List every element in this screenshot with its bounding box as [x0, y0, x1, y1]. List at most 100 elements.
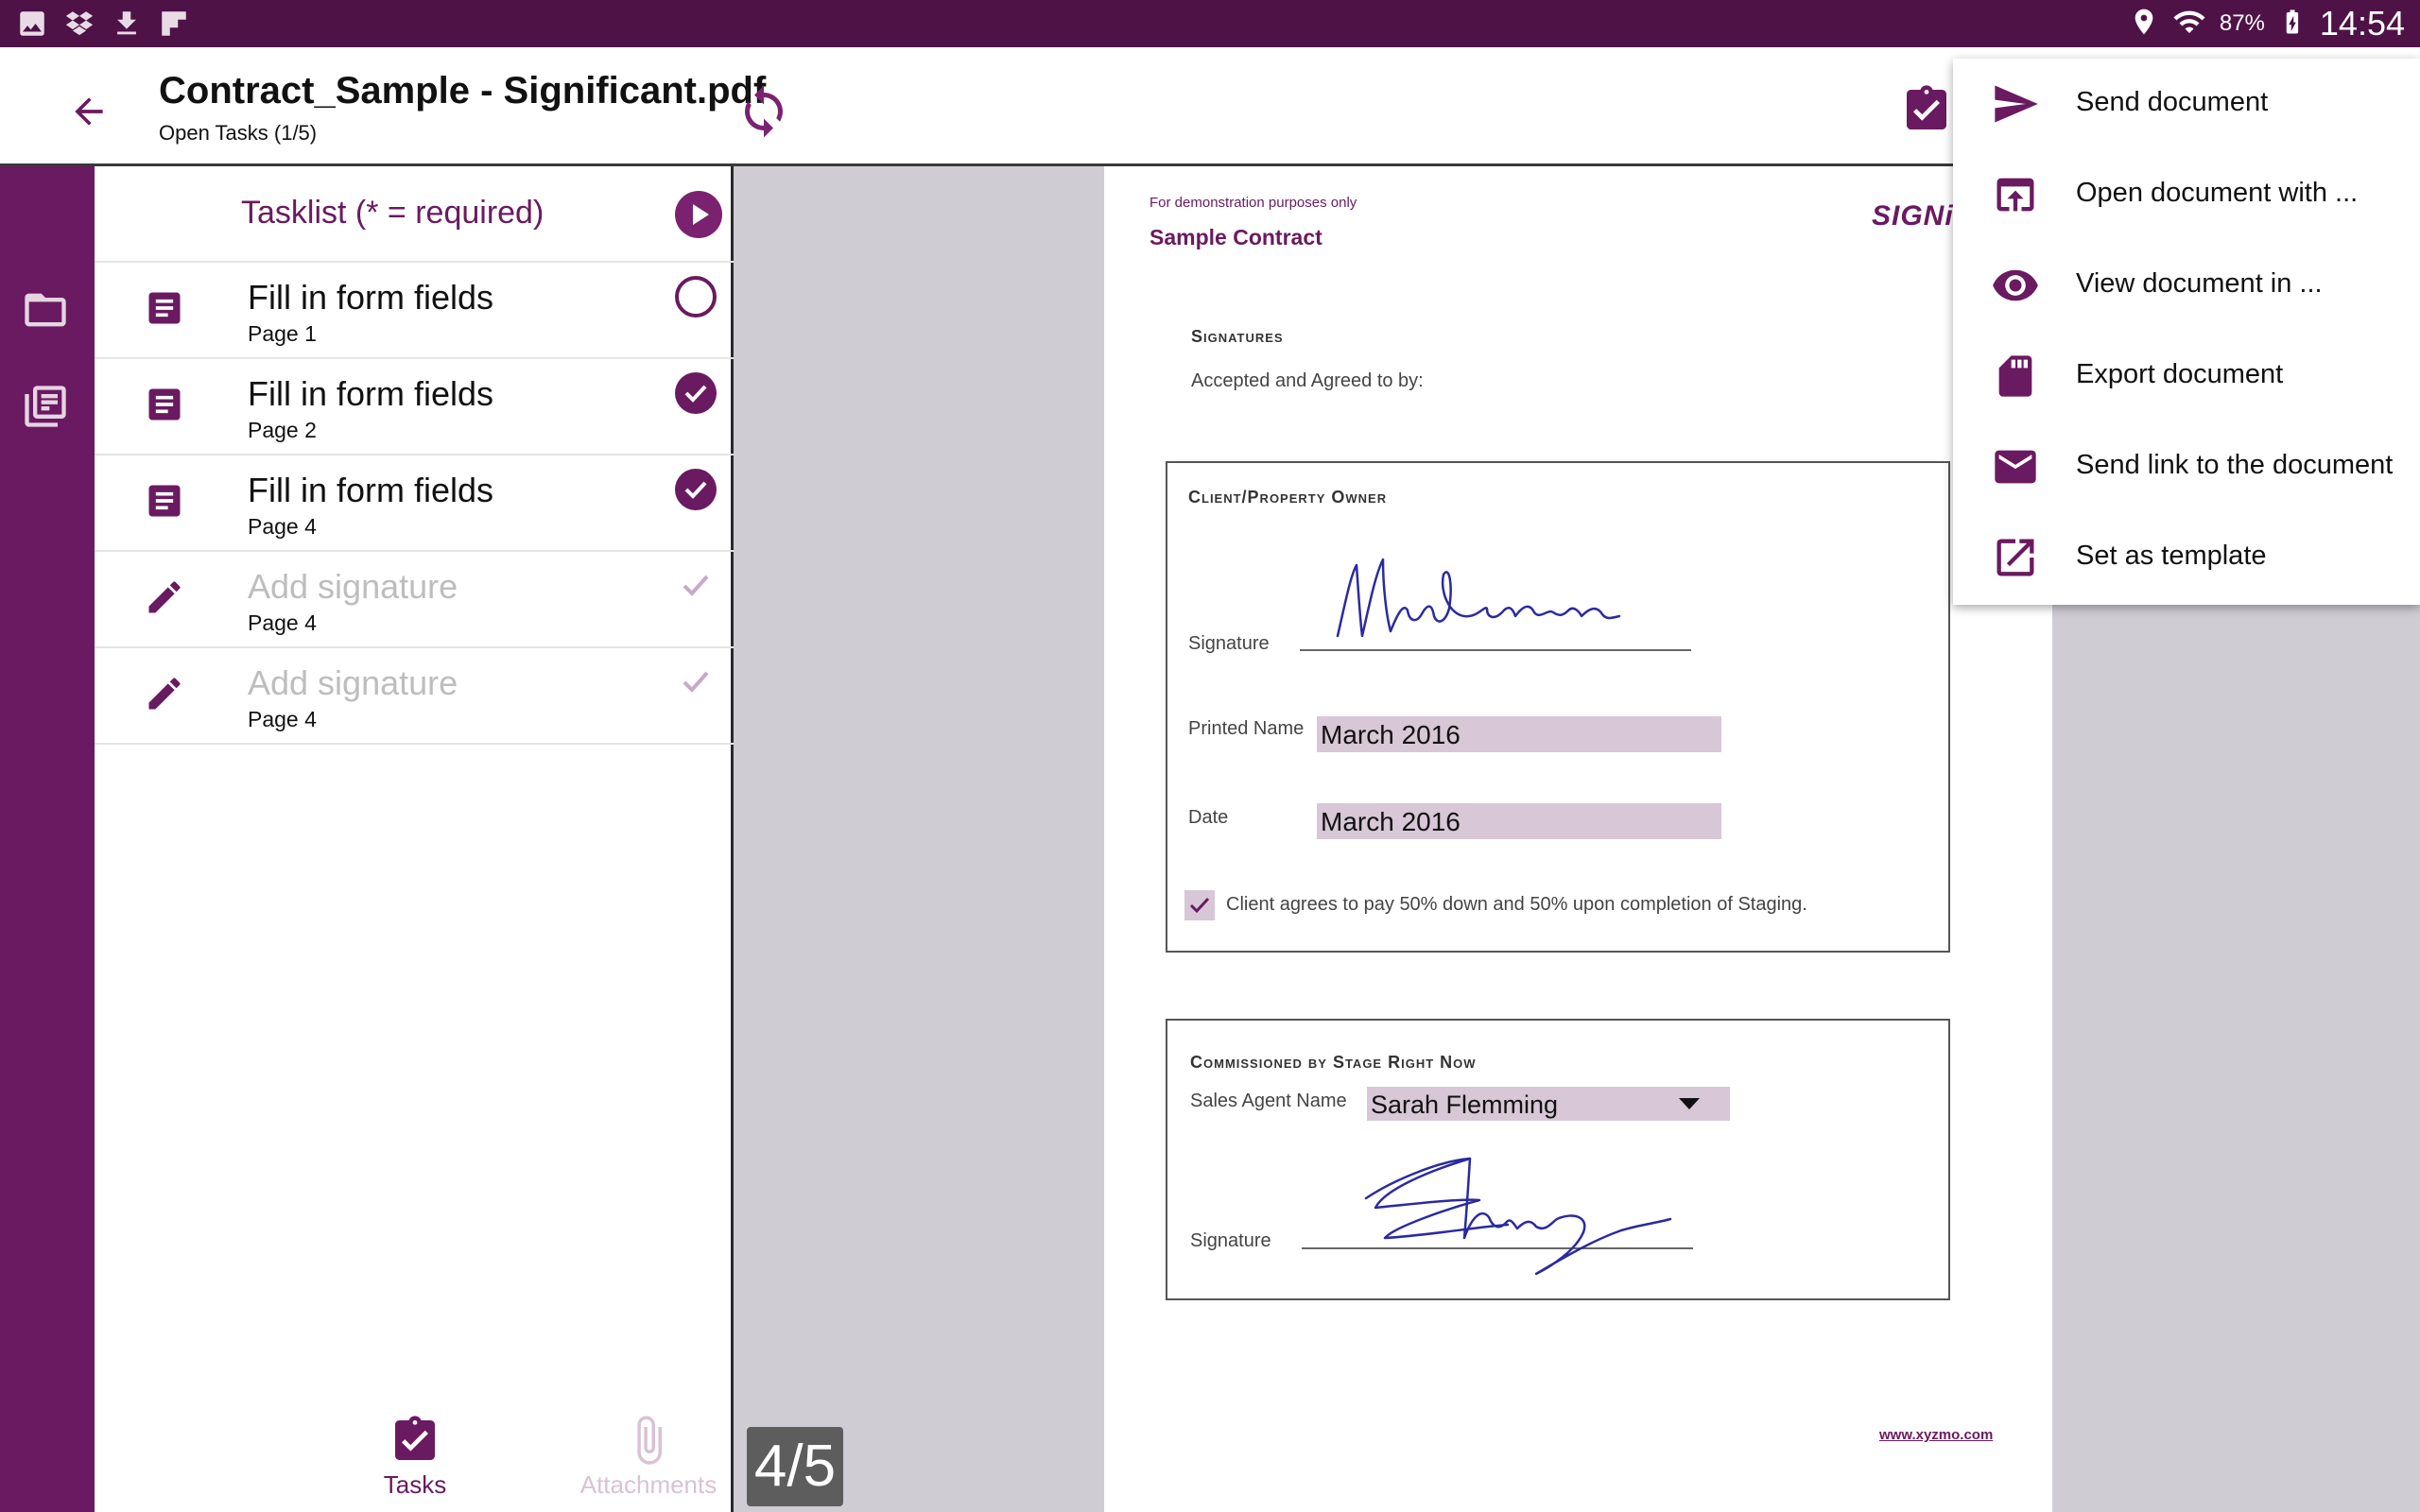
- sync-icon: [745, 85, 783, 138]
- back-button[interactable]: [59, 81, 119, 142]
- battery-percent: 87%: [2219, 10, 2265, 36]
- form-document-icon: [144, 384, 189, 429]
- accepted-text: Accepted and Agreed to by:: [1191, 370, 1424, 391]
- folder-icon: [25, 293, 66, 327]
- sales-agent-label: Sales Agent Name: [1190, 1091, 1347, 1111]
- check-circle-icon: [675, 469, 717, 510]
- wifi-icon: [2172, 5, 2206, 43]
- task-item[interactable]: Fill in form fields Page 4: [95, 455, 734, 552]
- open-with-icon: [1991, 170, 2040, 219]
- send-icon: [1991, 79, 2040, 129]
- eye-icon: [1991, 261, 2040, 310]
- client-signature-box: Client/Property Owner Signature Printed …: [1166, 461, 1950, 953]
- paperclip-icon: [622, 1414, 675, 1467]
- folder-button[interactable]: [21, 285, 74, 338]
- agent-handwritten-signature[interactable]: [1357, 1151, 1678, 1288]
- date-label: Date: [1188, 807, 1229, 828]
- menu-item-label: Export document: [2076, 359, 2284, 389]
- menu-set-as-template[interactable]: Set as template: [1953, 512, 2420, 603]
- sales-agent-dropdown[interactable]: Sarah Flemming: [1367, 1087, 1730, 1121]
- checkmark-icon: [675, 662, 717, 703]
- task-label: Fill in form fields: [248, 278, 494, 317]
- task-label: Add signature: [248, 567, 458, 606]
- task-label: Add signature: [248, 663, 458, 702]
- footer-link[interactable]: www.xyzmo.com: [1879, 1427, 1993, 1443]
- clipboard-check-icon: [1907, 85, 1946, 129]
- menu-send-document[interactable]: Send document: [1953, 59, 2420, 149]
- task-item[interactable]: Add signature Page 4: [95, 648, 734, 745]
- form-document-icon: [144, 287, 189, 333]
- client-handwritten-signature[interactable]: [1328, 546, 1640, 655]
- status-bar: 87% 14:54: [0, 0, 2420, 47]
- task-page: Page 4: [248, 514, 317, 539]
- tasks-clipboard-button[interactable]: [1900, 81, 1953, 138]
- payment-consent-text: Client agrees to pay 50% down and 50% up…: [1226, 894, 1807, 915]
- tab-attachments-label: Attachments: [579, 1470, 717, 1499]
- printed-name-label: Printed Name: [1188, 718, 1305, 739]
- menu-item-label: Send document: [2076, 87, 2269, 117]
- tasklist-title: Tasklist (* = required): [241, 195, 544, 231]
- library-books-icon: [25, 386, 66, 427]
- sync-button[interactable]: [735, 83, 792, 140]
- sales-agent-value: Sarah Flemming: [1371, 1091, 1559, 1119]
- commission-box-heading: Commissioned by Stage Right Now: [1190, 1053, 1477, 1072]
- menu-view-document-in[interactable]: View document in ...: [1953, 240, 2420, 331]
- task-page: Page 1: [248, 321, 317, 346]
- external-link-icon: [1991, 533, 2040, 582]
- open-circle-icon: [675, 276, 717, 318]
- signature-label: Signature: [1188, 633, 1270, 654]
- pdf-page: For demonstration purposes only Sample C…: [1104, 166, 2052, 1512]
- task-item[interactable]: Fill in form fields Page 2: [95, 359, 734, 455]
- document-title: Contract_Sample - Significant.pdf: [159, 70, 767, 112]
- task-page: Page 2: [248, 418, 317, 442]
- menu-item-label: View document in ...: [2076, 268, 2323, 299]
- mail-icon: [1991, 442, 2040, 491]
- flipboard-icon: [157, 7, 191, 41]
- overflow-menu: Send document Open document with ... Vie…: [1953, 59, 2420, 605]
- documents-library-button[interactable]: [21, 382, 74, 435]
- tab-tasks-label: Tasks: [383, 1470, 447, 1499]
- demo-note: For demonstration purposes only: [1150, 195, 1357, 211]
- arrow-back-icon: [75, 97, 103, 126]
- page-indicator: 4/5: [747, 1427, 843, 1506]
- menu-item-label: Set as template: [2076, 541, 2267, 571]
- task-panel: Tasklist (* = required) Fill in form fie…: [95, 166, 734, 1512]
- task-page: Page 4: [248, 707, 317, 731]
- payment-consent-checkbox[interactable]: [1184, 890, 1215, 920]
- dropbox-icon: [62, 7, 96, 41]
- signatures-heading: Signatures: [1191, 327, 1284, 346]
- task-label: Fill in form fields: [248, 471, 494, 509]
- start-tasks-play-button[interactable]: [675, 191, 722, 238]
- dropdown-arrow-icon: [1679, 1098, 1700, 1109]
- tab-tasks[interactable]: Tasks: [330, 1414, 500, 1512]
- commission-signature-box: Commissioned by Stage Right Now Sales Ag…: [1166, 1019, 1950, 1300]
- task-item[interactable]: Fill in form fields Page 1: [95, 263, 734, 359]
- signature-label: Signature: [1190, 1230, 1271, 1251]
- open-tasks-count: Open Tasks (1/5): [159, 121, 318, 145]
- task-label: Fill in form fields: [248, 374, 494, 413]
- download-icon: [110, 7, 144, 41]
- printed-name-field[interactable]: March 2016: [1317, 716, 1721, 752]
- pencil-icon: [144, 673, 189, 718]
- menu-item-label: Open document with ...: [2076, 178, 2359, 208]
- task-item[interactable]: Add signature Page 4: [95, 552, 734, 648]
- checkmark-icon: [675, 565, 717, 607]
- form-document-icon: [144, 480, 189, 525]
- left-rail: [0, 166, 95, 1512]
- check-circle-icon: [675, 372, 717, 414]
- battery-charging-icon: [2278, 3, 2307, 45]
- client-box-heading: Client/Property Owner: [1188, 488, 1388, 507]
- date-field[interactable]: March 2016: [1317, 803, 1721, 839]
- tasklist-header: Tasklist (* = required): [95, 166, 734, 263]
- menu-send-link[interactable]: Send link to the document: [1953, 421, 2420, 512]
- gallery-icon: [15, 7, 49, 41]
- document-heading: Sample Contract: [1150, 225, 1322, 249]
- sd-card-icon: [1991, 352, 2040, 401]
- menu-export-document[interactable]: Export document: [1953, 331, 2420, 421]
- location-icon: [2129, 7, 2159, 42]
- tab-attachments[interactable]: Attachments: [563, 1414, 734, 1512]
- pencil-icon: [144, 576, 189, 622]
- clipboard-check-icon: [389, 1414, 441, 1467]
- clock: 14:54: [2319, 4, 2405, 43]
- menu-open-document-with[interactable]: Open document with ...: [1953, 149, 2420, 240]
